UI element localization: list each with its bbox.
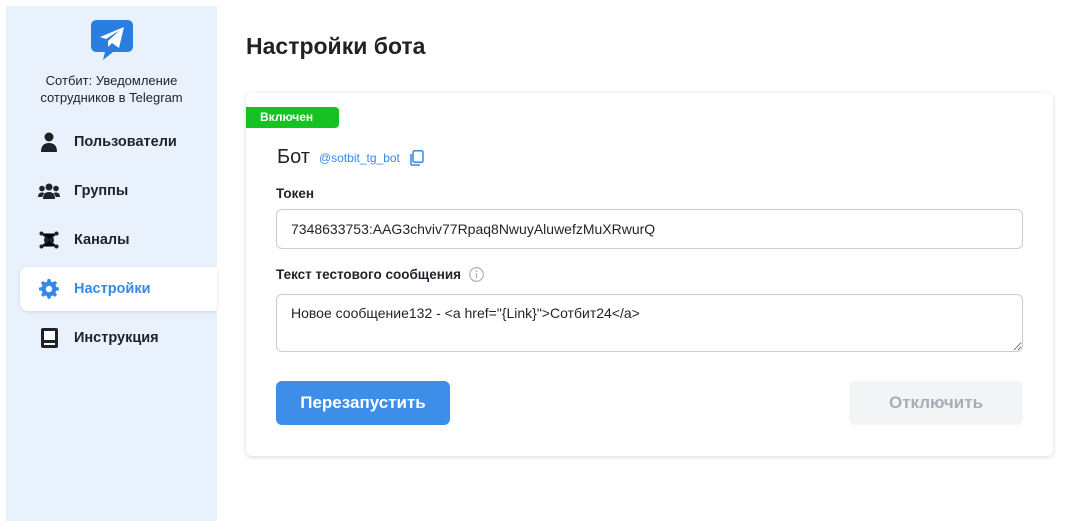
sidebar-item-label: Инструкция [74, 330, 159, 346]
info-icon[interactable] [469, 267, 484, 282]
page-title: Настройки бота [246, 33, 426, 59]
users-group-icon [38, 180, 60, 202]
token-label-text: Токен [276, 186, 315, 201]
brand: Сотбит: Уведомление сотрудников в Telegr… [6, 6, 217, 106]
sidebar-menu: Пользователи Группы Каналы Настройки Инс… [6, 120, 217, 360]
sidebar-item-instructions[interactable]: Инструкция [6, 316, 217, 360]
sidebar-item-label: Настройки [74, 281, 151, 297]
test-message-textarea[interactable]: Новое сообщение132 - <a href="{Link}">Со… [276, 294, 1023, 352]
restart-button[interactable]: Перезапустить [276, 381, 450, 425]
book-icon [38, 327, 60, 349]
user-icon [38, 131, 60, 153]
sidebar-item-label: Пользователи [74, 134, 177, 150]
token-label: Токен [276, 186, 314, 201]
sidebar-item-label: Каналы [74, 232, 130, 248]
bot-handle: @sotbit_tg_bot [318, 150, 400, 165]
sidebar: Сотбит: Уведомление сотрудников в Telegr… [6, 6, 217, 521]
channels-icon [38, 229, 60, 251]
sidebar-item-groups[interactable]: Группы [6, 169, 217, 213]
sidebar-item-channels[interactable]: Каналы [6, 218, 217, 262]
copy-icon[interactable] [410, 149, 425, 166]
sidebar-item-settings[interactable]: Настройки [20, 267, 217, 311]
bot-title: Бот [277, 146, 310, 168]
gear-icon [38, 278, 60, 300]
sidebar-item-label: Группы [74, 183, 129, 199]
telegram-logo-icon [90, 20, 133, 60]
token-input[interactable] [276, 209, 1023, 249]
test-message-label-text: Текст тестового сообщения [276, 267, 462, 282]
disable-button[interactable]: Отключить [849, 381, 1023, 425]
sidebar-item-users[interactable]: Пользователи [6, 120, 217, 164]
status-badge: Включен [246, 107, 339, 128]
bot-settings-card: Включен Бот @sotbit_tg_bot Токен Текст т… [246, 93, 1053, 456]
brand-title: Сотбит: Уведомление сотрудников в Telegr… [40, 73, 183, 105]
bot-header: Бот @sotbit_tg_bot [277, 146, 425, 169]
test-message-label: Текст тестового сообщения [276, 267, 484, 282]
